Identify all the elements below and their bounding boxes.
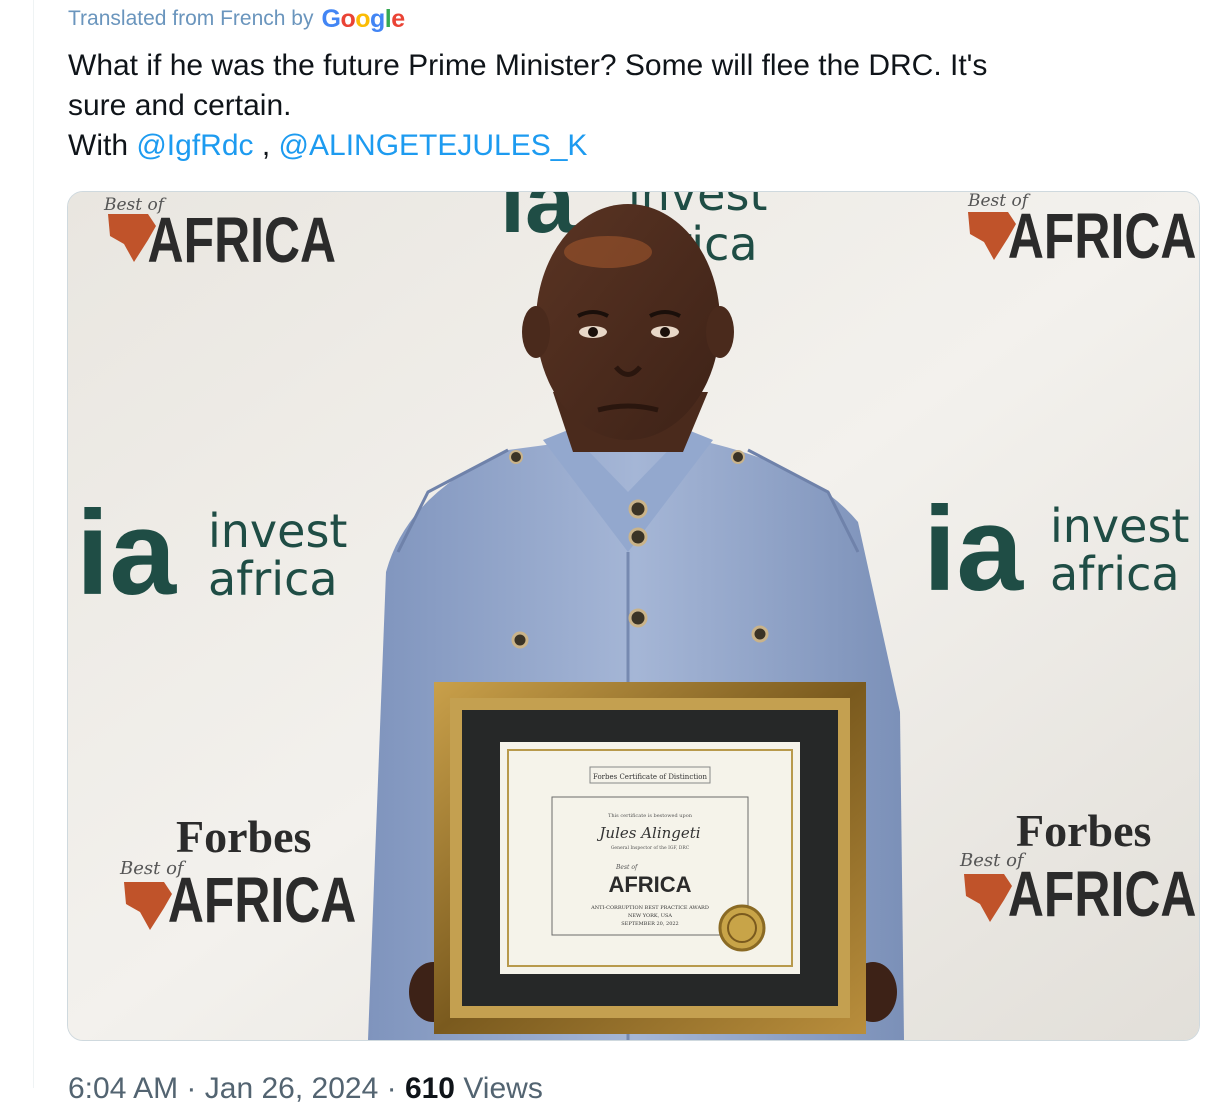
africa-logo-top-right: AFRICA — [1008, 201, 1197, 272]
google-logo-letter: o — [340, 4, 356, 33]
google-logo-letter: o — [355, 4, 370, 33]
forbes-logo-bottom-right: Forbes — [1016, 805, 1151, 856]
views-label: Views — [463, 1072, 543, 1105]
tweet-time[interactable]: 6:04 AM — [68, 1072, 178, 1105]
certificate-africa-logo: AFRICA — [608, 872, 691, 897]
google-logo-letter: e — [391, 4, 405, 33]
framed-certificate: Forbes Certificate of Distinction This c… — [434, 682, 866, 1034]
tweet-date[interactable]: Jan 26, 2024 — [205, 1072, 378, 1105]
translation-label: Translated from French by — [68, 7, 314, 30]
tweet-text: What if he was the future Prime Minister… — [68, 46, 1188, 166]
google-logo-letter: G — [321, 4, 341, 33]
certificate-bestowed: This certificate is bestowed upon — [608, 813, 693, 819]
ia-logo-middle-right: ia — [923, 482, 1024, 616]
meta-separator: · — [186, 1072, 197, 1105]
mention-link-alingetejules[interactable]: @ALINGETEJULES_K — [279, 129, 588, 162]
certificate-best-of: Best of — [615, 864, 639, 871]
tweet-metadata: 6:04 AM · Jan 26, 2024 · 610 Views — [68, 1072, 543, 1106]
tweet-text-line-2: sure and certain. — [68, 89, 292, 122]
google-logo-letter: g — [370, 4, 385, 33]
certificate-header: Forbes Certificate of Distinction — [593, 773, 708, 781]
certificate-place: NEW YORK, USA — [628, 913, 672, 919]
timeline-divider — [33, 0, 34, 1088]
meta-separator: · — [386, 1072, 397, 1105]
views-count: 610 — [404, 1072, 455, 1105]
forbes-logo-bottom-left: Forbes — [176, 811, 311, 862]
photo-illustration: Best of AFRICA ia invest africa Best of … — [68, 192, 1199, 1040]
certificate-role: General Inspector of the IGF, DRC — [611, 845, 690, 851]
certificate-date: SEPTEMBER 20, 2022 — [621, 921, 679, 927]
tweet-text-line-3: With @IgfRdc , @ALINGETEJULES_K — [68, 126, 1188, 166]
invest-label-middle-right: invest — [1050, 499, 1189, 553]
google-logo: Google — [321, 4, 405, 34]
translation-notice[interactable]: Translated from French by Google — [68, 4, 405, 34]
tweet-photo[interactable]: Best of AFRICA ia invest africa Best of … — [67, 191, 1200, 1041]
africa-logo-bottom-left: AFRICA — [168, 865, 357, 936]
africa-logo-top-left: AFRICA — [148, 205, 337, 276]
ia-logo-middle-left: ia — [76, 486, 177, 620]
tweet-text-line-1: What if he was the future Prime Minister… — [68, 49, 988, 82]
certificate-name: Jules Alingeti — [596, 824, 700, 842]
africa-label-middle-left: africa — [208, 552, 338, 606]
invest-label-middle-left: invest — [208, 504, 347, 558]
with-label: With — [68, 129, 128, 162]
gold-seal-icon — [718, 904, 766, 952]
mention-separator: , — [261, 129, 271, 162]
mention-link-igfrdc[interactable]: @IgfRdc — [136, 129, 253, 162]
certificate-award: ANTI-CORRUPTION BEST PRACTICE AWARD — [590, 905, 709, 911]
africa-logo-bottom-right: AFRICA — [1008, 859, 1197, 930]
africa-label-middle-right: africa — [1050, 547, 1180, 601]
